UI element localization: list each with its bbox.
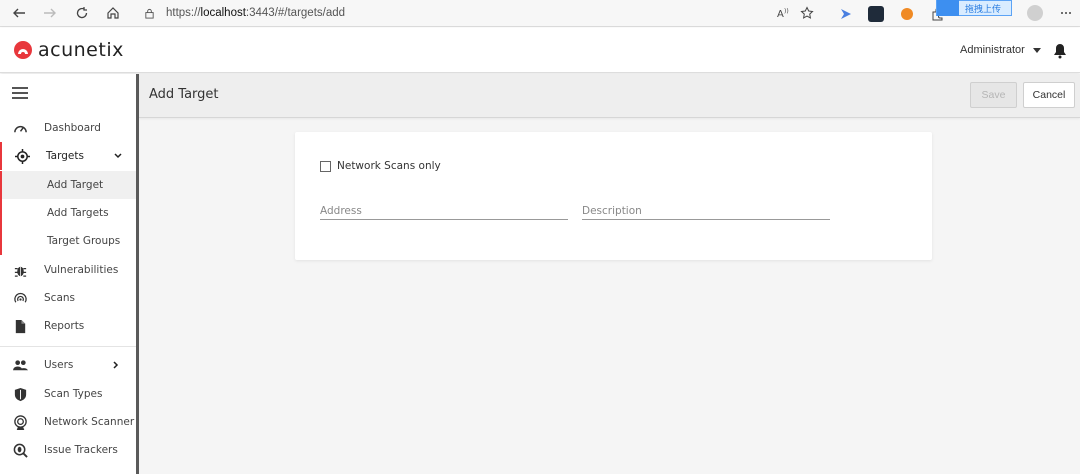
sidebar-subitem-target-groups[interactable]: Target Groups bbox=[0, 227, 136, 255]
user-name: Administrator bbox=[960, 44, 1025, 56]
page-toolbar: Add Target Save Cancel bbox=[139, 74, 1080, 118]
sidebar-item-dashboard[interactable]: Dashboard bbox=[0, 114, 136, 142]
sidebar-item-reports[interactable]: Reports bbox=[0, 312, 136, 340]
shield-icon bbox=[12, 386, 28, 402]
network-scans-only-option[interactable]: Network Scans only bbox=[320, 160, 441, 172]
sidebar-item-network-scanner[interactable]: Network Scanner bbox=[0, 408, 136, 436]
caret-down-icon bbox=[1032, 47, 1041, 53]
network-scans-only-checkbox[interactable] bbox=[320, 160, 331, 172]
reload-icon[interactable] bbox=[72, 3, 92, 23]
sidebar-item-label: Users bbox=[44, 359, 74, 371]
lock-icon[interactable] bbox=[144, 5, 160, 21]
sidebar-subitem-label: Add Target bbox=[47, 179, 104, 191]
extension-dark-icon[interactable] bbox=[868, 6, 884, 22]
address-bar[interactable]: https://localhost:3443/#/targets/add bbox=[136, 2, 836, 24]
home-icon[interactable] bbox=[103, 3, 123, 23]
svg-text:A: A bbox=[777, 9, 784, 20]
sidebar-item-label: Reports bbox=[44, 320, 85, 332]
sidebar-subitem-add-target[interactable]: Add Target bbox=[0, 171, 136, 199]
logo-text: acunetix bbox=[38, 39, 124, 61]
sidebar-item-label: Network Scanner bbox=[44, 416, 135, 428]
url-text[interactable]: https://localhost:3443/#/targets/add bbox=[166, 7, 345, 19]
cancel-button[interactable]: Cancel bbox=[1023, 82, 1075, 108]
chevron-right-icon bbox=[113, 361, 119, 369]
upload-badge-label: 拖拽上传 bbox=[965, 4, 1002, 15]
sidebar-divider bbox=[0, 346, 136, 347]
network-scans-only-label: Network Scans only bbox=[337, 160, 441, 172]
sidebar-item-targets[interactable]: Targets bbox=[0, 142, 136, 170]
sidebar-subitem-label: Target Groups bbox=[47, 235, 121, 247]
sidebar-item-label: Issue Trackers bbox=[44, 444, 118, 456]
sidebar-item-scans[interactable]: Scans bbox=[0, 284, 136, 312]
page-title: Add Target bbox=[149, 87, 219, 102]
magnifier-bug-icon bbox=[12, 442, 28, 458]
save-button[interactable]: Save bbox=[970, 82, 1017, 108]
radar-icon bbox=[12, 290, 28, 306]
acunetix-logo[interactable]: acunetix bbox=[13, 39, 124, 61]
document-icon bbox=[12, 318, 28, 334]
sidebar-item-label: Dashboard bbox=[44, 122, 101, 134]
sidebar-item-vulnerabilities[interactable]: Vulnerabilities bbox=[0, 256, 136, 284]
chevron-down-icon bbox=[114, 153, 122, 159]
sidebar-item-label: Vulnerabilities bbox=[44, 264, 119, 276]
sidebar-item-label: Scans bbox=[44, 292, 75, 304]
add-target-form-card: Network Scans only bbox=[295, 132, 932, 260]
gauge-icon bbox=[12, 120, 28, 136]
profile-avatar-icon[interactable] bbox=[1027, 5, 1043, 21]
crosshair-icon bbox=[14, 148, 30, 164]
extension-orange-icon[interactable] bbox=[899, 6, 915, 22]
hamburger-menu-icon[interactable] bbox=[12, 87, 28, 99]
sidebar-item-issue-trackers[interactable]: Issue Trackers bbox=[0, 436, 136, 464]
sidebar-item-label: Scan Types bbox=[44, 388, 103, 400]
users-icon bbox=[12, 357, 28, 373]
app-header: acunetix Administrator bbox=[0, 28, 1080, 73]
cloud-upload-icon bbox=[937, 0, 959, 16]
acunetix-logo-icon bbox=[14, 41, 32, 59]
sidebar-subitem-add-targets[interactable]: Add Targets bbox=[0, 199, 136, 227]
description-input[interactable] bbox=[582, 202, 830, 220]
address-input[interactable] bbox=[320, 202, 568, 220]
forward-arrow-icon[interactable] bbox=[40, 3, 60, 23]
network-scanner-icon bbox=[12, 414, 28, 430]
bell-icon[interactable] bbox=[1053, 43, 1067, 59]
read-aloud-icon[interactable]: A)) bbox=[773, 3, 793, 23]
user-menu[interactable]: Administrator bbox=[960, 44, 1041, 56]
sidebar-item-users[interactable]: Users bbox=[0, 351, 136, 379]
browser-toolbar: https://localhost:3443/#/targets/add A))… bbox=[0, 0, 1080, 27]
sidebar: Dashboard Targets Add Target Add Targets… bbox=[0, 74, 136, 474]
sidebar-subitem-label: Add Targets bbox=[47, 207, 109, 219]
sidebar-item-scan-types[interactable]: Scan Types bbox=[0, 380, 136, 408]
main-content: Add Target Save Cancel Network Scans onl… bbox=[139, 74, 1080, 474]
extension-arrow-icon[interactable] bbox=[838, 6, 854, 22]
upload-badge[interactable]: 拖拽上传 bbox=[936, 0, 1012, 16]
back-arrow-icon[interactable] bbox=[9, 3, 29, 23]
bug-icon bbox=[12, 262, 28, 278]
sidebar-item-label: Targets bbox=[46, 150, 84, 162]
more-menu-icon[interactable] bbox=[1056, 3, 1076, 23]
svg-text:)): )) bbox=[784, 8, 789, 15]
favorite-star-icon[interactable] bbox=[797, 3, 817, 23]
